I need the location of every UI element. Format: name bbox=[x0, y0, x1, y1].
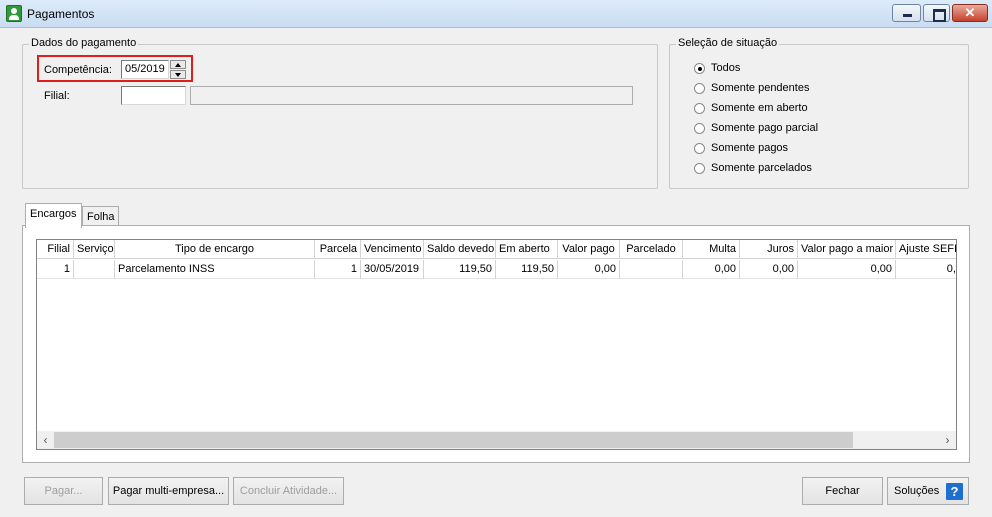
title-bar: Pagamentos ✕ bbox=[0, 0, 992, 28]
competencia-highlight bbox=[37, 55, 193, 82]
minimize-button[interactable] bbox=[892, 4, 921, 22]
cell-vencimento: 30/05/2019 bbox=[361, 260, 424, 279]
radio-checked-icon[interactable] bbox=[694, 63, 705, 74]
dados-pagamento-legend: Dados do pagamento bbox=[29, 37, 139, 49]
col-juros[interactable]: Juros bbox=[740, 240, 798, 259]
col-valor-pago[interactable]: Valor pago bbox=[558, 240, 620, 259]
table-header: Filial Serviço Tipo de encargo Parcela V… bbox=[37, 240, 956, 259]
radio-label: Somente em aberto bbox=[711, 102, 808, 114]
radio-label: Somente pendentes bbox=[711, 82, 810, 94]
pagar-multi-empresa-button[interactable]: Pagar multi-empresa... bbox=[108, 477, 229, 505]
solucoes-label: Soluções bbox=[894, 485, 940, 497]
fechar-button[interactable]: Fechar bbox=[802, 477, 883, 505]
radio-label: Todos bbox=[711, 62, 741, 74]
col-em-aberto[interactable]: Em aberto bbox=[496, 240, 558, 259]
radio-label: Somente parcelados bbox=[711, 162, 812, 174]
col-servico[interactable]: Serviço bbox=[74, 240, 115, 259]
filial-input[interactable] bbox=[121, 86, 186, 105]
radio-icon[interactable] bbox=[694, 103, 705, 114]
col-filial[interactable]: Filial bbox=[37, 240, 74, 259]
radio-icon[interactable] bbox=[694, 83, 705, 94]
col-vencimento[interactable]: Vencimento bbox=[361, 240, 424, 259]
col-valor-pago-maior[interactable]: Valor pago a maior bbox=[798, 240, 896, 259]
cell-em-aberto: 119,50 bbox=[496, 260, 558, 279]
col-multa[interactable]: Multa bbox=[683, 240, 740, 259]
table-row[interactable]: 1 Parcelamento INSS 1 30/05/2019 119,50 … bbox=[37, 260, 956, 279]
radio-icon[interactable] bbox=[694, 123, 705, 134]
app-user-icon bbox=[6, 5, 22, 22]
close-button[interactable]: ✕ bbox=[952, 4, 988, 22]
concluir-atividade-button[interactable]: Concluir Atividade... bbox=[233, 477, 344, 505]
col-ajuste-sefip[interactable]: Ajuste SEFIP bbox=[896, 240, 956, 259]
cell-servico bbox=[74, 260, 115, 279]
help-icon: ? bbox=[946, 483, 963, 500]
cell-filial: 1 bbox=[37, 260, 74, 279]
scroll-left-icon[interactable]: ‹ bbox=[37, 431, 54, 449]
encargos-table[interactable]: Filial Serviço Tipo de encargo Parcela V… bbox=[36, 239, 957, 450]
maximize-button[interactable] bbox=[923, 4, 950, 22]
tab-encargos[interactable]: Encargos bbox=[25, 203, 82, 228]
selecao-situacao-legend: Seleção de situação bbox=[676, 37, 780, 49]
radio-label: Somente pago parcial bbox=[711, 122, 819, 134]
filial-name-field bbox=[190, 86, 633, 105]
cell-parcelado bbox=[620, 260, 683, 279]
window-title: Pagamentos bbox=[27, 7, 95, 21]
filial-label: Filial: bbox=[44, 90, 70, 102]
scrollbar-thumb[interactable] bbox=[54, 432, 853, 448]
cell-multa: 0,00 bbox=[683, 260, 740, 279]
solucoes-button[interactable]: Soluções ? bbox=[887, 477, 969, 505]
col-parcela[interactable]: Parcela bbox=[315, 240, 361, 259]
cell-tipo-encargo: Parcelamento INSS bbox=[115, 260, 315, 279]
cell-valor-pago-maior: 0,00 bbox=[798, 260, 896, 279]
radio-label: Somente pagos bbox=[711, 142, 789, 154]
cell-valor-pago: 0,00 bbox=[558, 260, 620, 279]
radio-icon[interactable] bbox=[694, 163, 705, 174]
cell-parcela: 1 bbox=[315, 260, 361, 279]
radio-icon[interactable] bbox=[694, 143, 705, 154]
cell-saldo-devedor: 119,50 bbox=[424, 260, 496, 279]
col-saldo-devedor[interactable]: Saldo devedor bbox=[424, 240, 496, 259]
cell-ajuste-sefip: 0,0 bbox=[896, 260, 956, 279]
close-icon: ✕ bbox=[964, 5, 976, 20]
pagar-button[interactable]: Pagar... bbox=[24, 477, 103, 505]
col-tipo-encargo[interactable]: Tipo de encargo bbox=[115, 240, 315, 259]
scroll-right-icon[interactable]: › bbox=[939, 431, 956, 449]
cell-juros: 0,00 bbox=[740, 260, 798, 279]
col-parcelado[interactable]: Parcelado bbox=[620, 240, 683, 259]
horizontal-scrollbar[interactable]: ‹ › bbox=[37, 431, 956, 449]
